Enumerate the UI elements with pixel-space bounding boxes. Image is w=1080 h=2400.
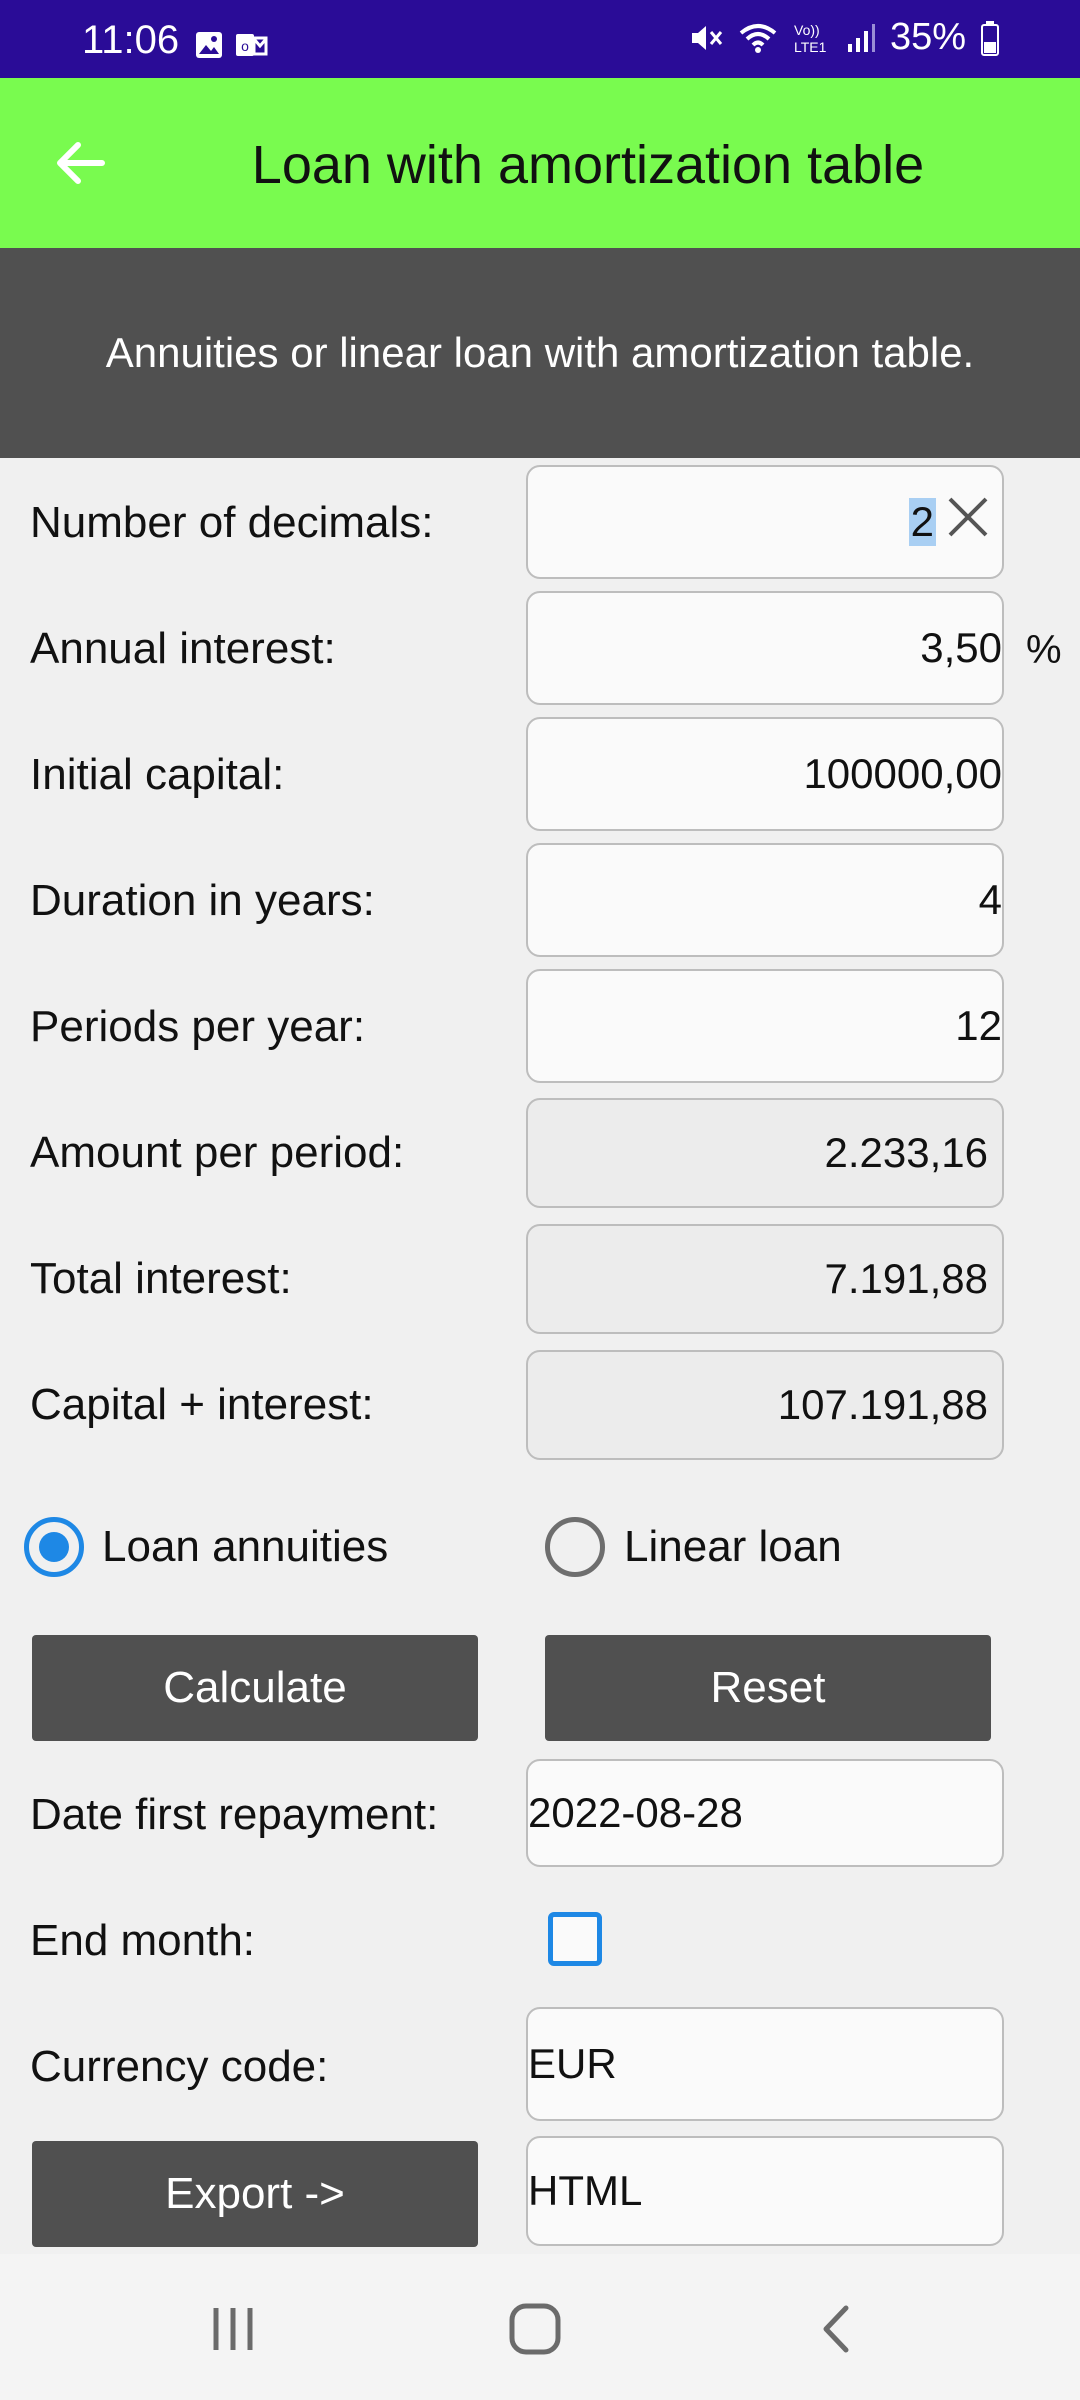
wifi-icon xyxy=(738,21,778,55)
app-bar: Loan with amortization table xyxy=(0,78,1080,248)
svg-text:LTE1: LTE1 xyxy=(794,39,827,55)
reset-button[interactable]: Reset xyxy=(545,1635,991,1741)
date-label: Date first repayment: xyxy=(30,1790,439,1839)
system-nav-bar xyxy=(0,2254,1080,2400)
export-format-value: HTML xyxy=(528,2167,643,2214)
svg-text:Vo)): Vo)) xyxy=(794,22,820,38)
description-banner: Annuities or linear loan with amortizati… xyxy=(0,248,1080,458)
decimals-input[interactable]: 2 xyxy=(526,465,1004,579)
amount-output: 2.233,16 xyxy=(526,1098,1004,1208)
export-format-input[interactable]: HTML xyxy=(526,2136,1004,2246)
banner-text: Annuities or linear loan with amortizati… xyxy=(105,329,975,376)
decimals-value: 2 xyxy=(908,498,936,546)
battery-icon xyxy=(980,20,1000,56)
interest-unit: % xyxy=(1026,628,1062,672)
loan-annuities-radio[interactable] xyxy=(24,1517,84,1577)
app-title: Loan with amortization table xyxy=(251,135,925,195)
home-icon[interactable] xyxy=(500,2294,570,2364)
clear-icon[interactable] xyxy=(946,495,990,549)
decimals-label: Number of decimals: xyxy=(30,498,434,547)
interest-value: 3,50 xyxy=(920,624,1002,671)
date-input[interactable]: 2022-08-28 xyxy=(526,1759,1004,1867)
periods-label: Periods per year: xyxy=(30,1002,366,1051)
date-value: 2022-08-28 xyxy=(528,1789,743,1836)
amount-value: 2.233,16 xyxy=(824,1129,989,1176)
currency-label: Currency code: xyxy=(30,2042,329,2091)
duration-value: 4 xyxy=(978,876,1002,923)
signal-icon xyxy=(846,22,876,54)
currency-value: EUR xyxy=(528,2040,617,2087)
amount-label: Amount per period: xyxy=(30,1128,405,1177)
total-interest-label: Total interest: xyxy=(30,1254,292,1303)
outlook-icon: o xyxy=(234,30,268,65)
total-interest-value: 7.191,88 xyxy=(824,1255,989,1302)
mute-icon xyxy=(688,20,724,56)
status-time: 11:06 xyxy=(82,18,180,62)
capital-value: 100000,00 xyxy=(803,750,1002,797)
calculate-button[interactable]: Calculate xyxy=(32,1635,478,1741)
duration-label: Duration in years: xyxy=(30,876,375,925)
svg-text:o: o xyxy=(241,38,249,54)
periods-input[interactable]: 12 xyxy=(526,969,1004,1083)
linear-loan-label[interactable]: Linear loan xyxy=(624,1522,842,1572)
periods-value: 12 xyxy=(955,1002,1002,1049)
calculate-button-label: Calculate xyxy=(163,1663,347,1712)
export-button-label: Export -> xyxy=(165,2169,345,2218)
capital-interest-output: 107.191,88 xyxy=(526,1350,1004,1460)
status-bar: 11:06 o Vo)) LTE1 35% xyxy=(0,0,1080,78)
end-month-checkbox[interactable] xyxy=(548,1912,602,1966)
reset-button-label: Reset xyxy=(710,1663,826,1712)
recents-icon[interactable] xyxy=(198,2294,268,2364)
export-button[interactable]: Export -> xyxy=(32,2141,478,2247)
linear-loan-radio[interactable] xyxy=(545,1517,605,1577)
capital-input[interactable]: 100000,00 xyxy=(526,717,1004,831)
capital-interest-value: 107.191,88 xyxy=(777,1381,988,1428)
end-month-label: End month: xyxy=(30,1916,256,1965)
battery-percent: 35% xyxy=(889,16,966,58)
interest-input[interactable]: 3,50 xyxy=(526,591,1004,705)
duration-input[interactable]: 4 xyxy=(526,843,1004,957)
currency-input[interactable]: EUR xyxy=(526,2007,1004,2121)
interest-label: Annual interest: xyxy=(30,624,336,673)
volte-icon: Vo)) LTE1 xyxy=(792,20,832,56)
capital-label: Initial capital: xyxy=(30,750,285,799)
capital-interest-label: Capital + interest: xyxy=(30,1380,374,1429)
nav-back-icon[interactable] xyxy=(802,2294,872,2364)
loan-annuities-label[interactable]: Loan annuities xyxy=(102,1522,388,1572)
gallery-icon xyxy=(194,30,224,65)
total-interest-output: 7.191,88 xyxy=(526,1224,1004,1334)
